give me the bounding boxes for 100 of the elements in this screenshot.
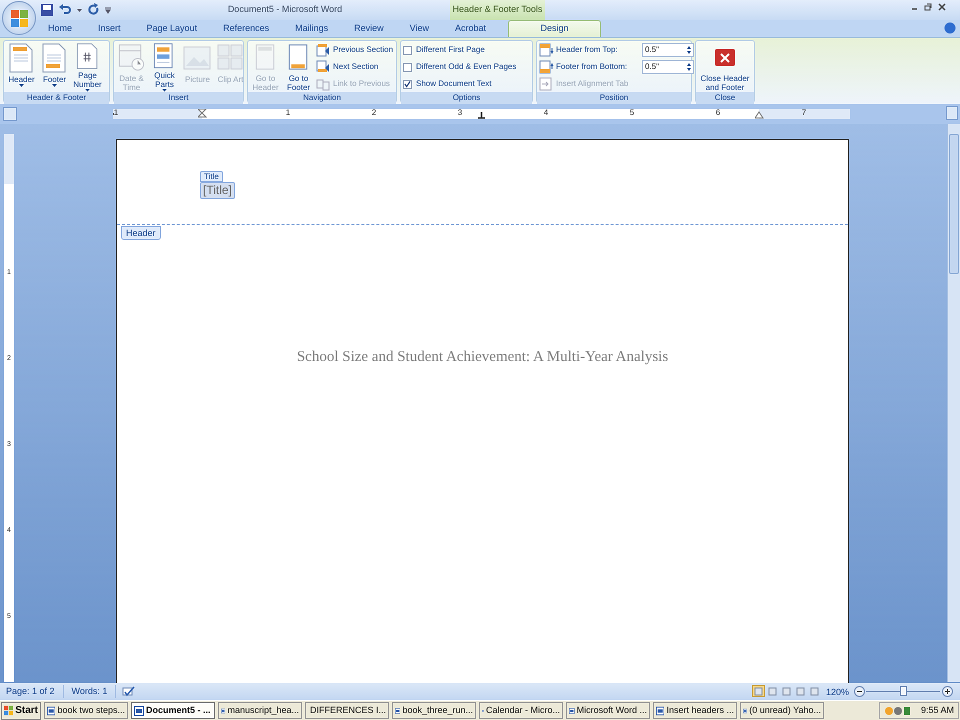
word-count[interactable]: Words: 1 [64,684,116,698]
window-icon [743,706,748,716]
ribbon-tab[interactable]: Mailings [285,20,338,37]
view-button[interactable] [808,685,821,697]
draft-icon [810,686,819,696]
view-button[interactable] [752,685,765,697]
contextual-tab-label: Header & Footer Tools [450,0,545,20]
spinner-arrows-icon[interactable] [687,46,691,54]
window-icon [134,706,144,716]
close-header-footer-button[interactable]: Close Header and Footer [699,42,751,92]
zoom-slider[interactable] [864,686,942,697]
tab-stop-icon[interactable] [477,110,486,119]
ribbon-tab[interactable]: Home [38,20,82,37]
customize-toolbar-icon[interactable] [105,6,112,14]
caret-icon [52,84,57,87]
checkbox-option[interactable]: Different First Page [403,42,516,58]
zoom-in-icon[interactable] [942,686,953,697]
option-label: Different Odd & Even Pages [416,61,516,73]
title-placeholder-field[interactable]: [Title] [200,182,235,199]
ribbon-tab[interactable]: Review [344,20,394,37]
ruler-number: 7 [800,108,808,118]
ribbon-tab[interactable]: Acrobat [445,20,496,37]
link-icon [316,77,330,91]
redo-icon[interactable] [87,3,101,17]
scrollbar-thumb[interactable] [949,134,959,274]
ribbon-tab[interactable]: Insert [88,20,131,37]
zoom-slider-thumb[interactable] [900,686,906,696]
horizontal-ruler[interactable]: 1 1 2 3 4 5 6 7 [113,109,850,119]
checkbox-option[interactable]: Different Odd & Even Pages [403,59,516,75]
taskbar-button[interactable]: Microsoft Word ... [566,702,650,719]
checkbox[interactable] [403,46,412,54]
window-title: Document5 - Microsoft Word [226,3,344,16]
ruler-number: 1 [112,108,120,118]
checkbox-option[interactable]: Show Document Text [403,76,516,92]
next-section-icon [316,60,330,74]
outline-icon [796,686,805,696]
restore-icon[interactable] [924,3,932,11]
ribbon-button[interactable]: Previous Section [316,42,394,58]
close-icon[interactable] [938,3,946,11]
windows-logo-icon [4,705,14,716]
group-label: Position [537,92,691,104]
ruler-number: 5 [628,108,636,118]
ruler-toggle-button[interactable] [3,107,17,121]
caret-icon[interactable] [76,8,83,12]
checkbox[interactable] [403,80,412,88]
option-label: Show Document Text [416,78,492,90]
group-label: Insert [114,92,243,104]
ruler-number: 2 [370,108,378,118]
alignment-tab-icon [539,77,553,91]
vertical-scrollbar[interactable] [947,124,960,682]
save-icon[interactable] [40,3,54,17]
spin-field[interactable]: 0.5" [642,60,694,74]
header-position-icon [539,43,554,57]
group-label: Close [696,92,754,104]
taskbar-button[interactable]: (0 unread) Yaho... [740,702,824,719]
window-icon [221,706,226,716]
indent-marker-icon[interactable] [198,109,207,118]
ribbon-button[interactable]: Go to Footer [283,42,314,92]
page-count[interactable]: Page: 1 of 2 [0,684,64,698]
view-button[interactable] [794,685,807,697]
taskbar-button[interactable]: Document5 - ... [131,702,215,719]
field-label: Footer from Bottom: [556,61,628,73]
ribbon-button[interactable]: Footer [39,42,70,92]
view-button[interactable] [780,685,793,697]
office-logo-icon [10,8,28,28]
ribbon-button[interactable]: Page Number [72,42,103,92]
zoom-out-icon[interactable] [854,686,865,697]
taskbar-button[interactable]: Calendar - Micro... [479,702,563,719]
ribbon-tab[interactable]: Page Layout [136,20,208,37]
undo-icon[interactable] [58,3,72,17]
header-label: Header [121,226,161,240]
taskbar-button[interactable]: manuscript_hea... [218,702,302,719]
taskbar-button[interactable]: book two steps... [44,702,128,719]
right-indent-icon[interactable] [755,110,764,119]
ribbon-tab[interactable]: References [213,20,280,37]
tray-icons[interactable] [884,706,911,716]
window-icon [656,706,664,716]
ruler-number: 6 [714,108,722,118]
zoom-level[interactable]: 120% [826,686,850,700]
spin-field[interactable]: 0.5" [642,43,694,57]
ribbon-button[interactable]: Next Section [316,59,394,75]
spinner-arrows-icon[interactable] [687,63,691,71]
checkbox[interactable] [403,62,412,72]
ribbon-tab[interactable]: Design [508,20,602,37]
ruler-number: 4 [542,108,550,118]
group-label: Options [401,92,532,104]
ribbon-button[interactable]: Quick Parts [149,42,180,92]
field-label: Header from Top: [556,44,619,56]
window-icon [395,706,400,716]
taskbar-button[interactable]: Insert headers ... [653,702,737,719]
header-control-tag[interactable]: Title [200,171,223,182]
document-title-text: School Size and Student Achievement: A Multi-Year Analysis [296,348,670,367]
start-button[interactable]: Start [1,702,41,720]
view-button[interactable] [766,685,779,697]
proofing-icon[interactable] [122,686,136,698]
ribbon-tab[interactable]: View [400,20,439,37]
taskbar-button[interactable]: DIFFERENCES I... [305,702,389,719]
ribbon-button[interactable]: Header [6,42,37,92]
taskbar-button[interactable]: book_three_run... [392,702,476,719]
option-label: Different First Page [416,44,485,56]
